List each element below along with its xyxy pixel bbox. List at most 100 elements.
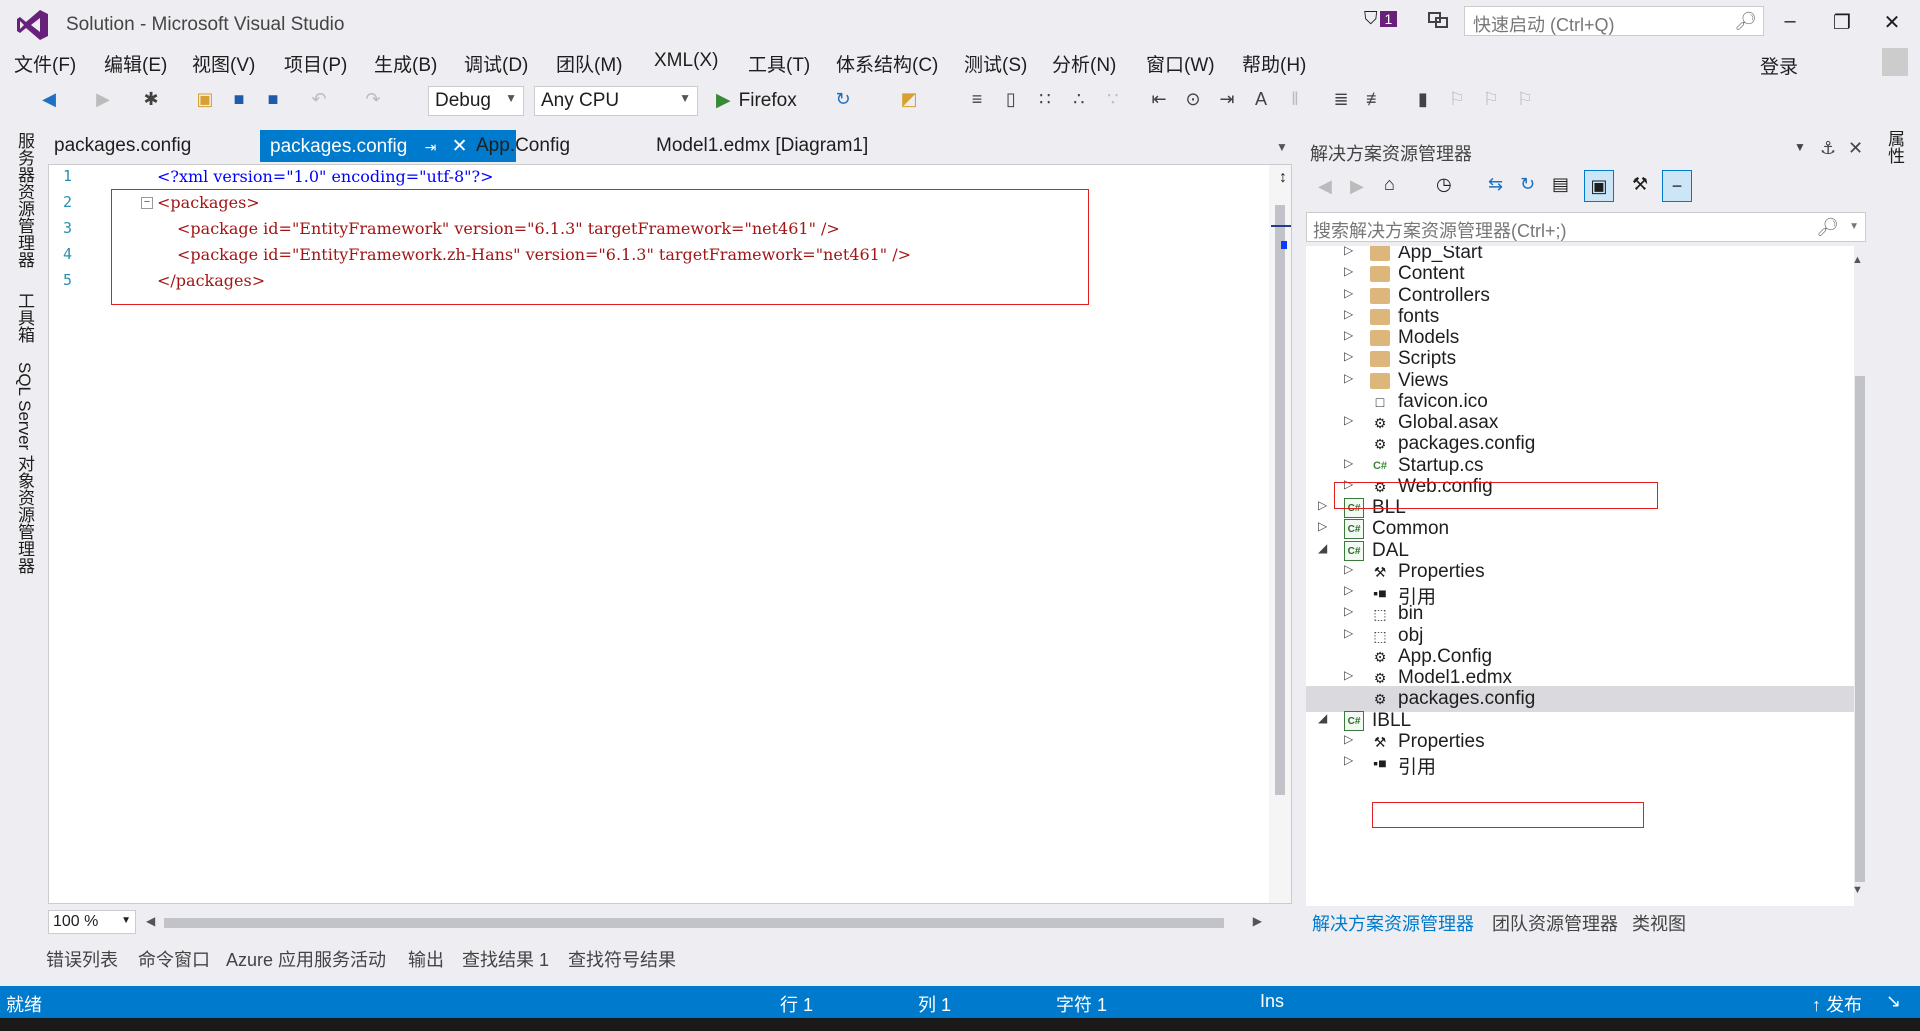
home-icon[interactable]: ⌂	[1384, 174, 1395, 195]
menu-help[interactable]: 帮助(H)	[1242, 50, 1306, 77]
collapsed-arrow-icon[interactable]: ▷	[1344, 349, 1353, 363]
tab-find-results-1[interactable]: 查找结果 1	[462, 946, 549, 972]
menu-edit[interactable]: 编辑(E)	[104, 50, 167, 77]
align-icon[interactable]: ≡	[966, 88, 988, 110]
menu-architecture[interactable]: 体系结构(C)	[836, 50, 938, 77]
collapsed-arrow-icon[interactable]: ▷	[1344, 264, 1353, 278]
tab-output[interactable]: 输出	[408, 946, 444, 972]
scroll-down-icon[interactable]: ▼	[1852, 884, 1863, 896]
editor-scroll-thumb[interactable]	[1275, 205, 1285, 795]
sync-icon[interactable]: ⇆	[1488, 174, 1503, 195]
back-icon[interactable]: ◀	[38, 88, 60, 110]
server-explorer-tab[interactable]: 服务器资源管理器	[12, 132, 37, 268]
find-in-files-icon[interactable]: ◩	[898, 88, 920, 110]
forward-icon[interactable]: ▶	[92, 88, 114, 110]
collapsed-arrow-icon[interactable]: ▷	[1344, 371, 1353, 385]
login-link[interactable]: 登录	[1760, 52, 1798, 79]
forward-icon[interactable]: ▶	[1350, 176, 1364, 197]
preview-icon[interactable]: −	[1662, 170, 1692, 202]
save-all-icon[interactable]: ■	[262, 88, 284, 110]
bookmark-icon[interactable]: ▮	[1412, 88, 1434, 110]
tab-model1-edmx[interactable]: Model1.edmx [Diagram1]	[646, 130, 878, 162]
outdent-icon[interactable]: ⇤	[1148, 88, 1170, 110]
collapsed-arrow-icon[interactable]: ▷	[1318, 519, 1327, 533]
collapsed-arrow-icon[interactable]: ▷	[1344, 246, 1353, 257]
close-window-button[interactable]: ✕	[1872, 10, 1912, 35]
chevron-down-icon[interactable]: ▼	[1794, 140, 1806, 154]
menu-test[interactable]: 测试(S)	[964, 50, 1027, 77]
tab-error-list[interactable]: 错误列表	[46, 946, 118, 972]
uncomment-icon[interactable]: ≢	[1364, 88, 1386, 110]
collapsed-arrow-icon[interactable]: ▷	[1344, 562, 1353, 576]
close-icon[interactable]: ✕	[1848, 138, 1863, 159]
tab-command-window[interactable]: 命令窗口	[138, 946, 210, 972]
hierarchy-icon[interactable]: ∷	[1034, 88, 1056, 110]
editor-vertical-scrollbar[interactable]: ↕	[1269, 165, 1291, 903]
font-icon[interactable]: A	[1250, 88, 1272, 110]
prev-bookmark-icon[interactable]: ⚐	[1446, 88, 1468, 110]
scroll-up-icon[interactable]: ▲	[1852, 254, 1863, 266]
new-project-icon[interactable]: ✱	[140, 88, 162, 110]
diagram-icon[interactable]: ∴	[1068, 88, 1090, 110]
publish-button[interactable]: ↑ 发布	[1812, 991, 1862, 1017]
collapsed-arrow-icon[interactable]: ▷	[1318, 498, 1327, 512]
tab-app-config[interactable]: App.Config	[466, 130, 580, 162]
collapsed-arrow-icon[interactable]: ▷	[1344, 732, 1353, 746]
collapsed-arrow-icon[interactable]: ▷	[1344, 626, 1353, 640]
refresh-icon[interactable]: ↻	[1520, 174, 1535, 195]
collapse-all-icon[interactable]: ▤	[1552, 174, 1569, 195]
collapsed-arrow-icon[interactable]: ▷	[1344, 328, 1353, 342]
tab-azure-activity[interactable]: Azure 应用服务活动	[226, 946, 386, 972]
format-icon[interactable]: ⊙	[1182, 88, 1204, 110]
collapsed-arrow-icon[interactable]: ▷	[1344, 456, 1353, 470]
refresh-icon[interactable]: ↻	[832, 88, 854, 110]
pin-icon[interactable]: ⇥	[425, 139, 437, 155]
feedback-icon[interactable]	[1426, 8, 1450, 32]
tab-solution-explorer[interactable]: 解决方案资源管理器	[1312, 910, 1474, 936]
horizontal-scroll-thumb[interactable]	[164, 918, 1224, 928]
editor-horizontal-scrollbar[interactable]: ◀ ▶	[144, 912, 1264, 932]
solution-search-input[interactable]: 搜索解决方案资源管理器(Ctrl+;) 🔎︎ ▼	[1306, 212, 1866, 242]
quick-launch-input[interactable]: 快速启动 (Ctrl+Q) 🔎︎	[1464, 6, 1764, 36]
menu-tools[interactable]: 工具(T)	[748, 50, 810, 77]
start-debugging-button[interactable]: ▶ Firefox	[712, 86, 801, 115]
collapsed-arrow-icon[interactable]: ▷	[1344, 604, 1353, 618]
menu-build[interactable]: 生成(B)	[374, 50, 437, 77]
chevron-down-icon[interactable]: ▼	[1849, 221, 1859, 232]
menu-debug[interactable]: 调试(D)	[464, 50, 528, 77]
collapsed-arrow-icon[interactable]: ▷	[1344, 583, 1353, 597]
collapsed-arrow-icon[interactable]: ▷	[1344, 307, 1353, 321]
collapsed-arrow-icon[interactable]: ▷	[1344, 668, 1353, 682]
platform-select[interactable]: Any CPU ▼	[534, 86, 698, 116]
menu-team[interactable]: 团队(M)	[556, 50, 622, 77]
columns-icon[interactable]: ‖	[1284, 88, 1306, 110]
sql-server-object-explorer-tab[interactable]: SQL Server 对象资源管理器	[12, 362, 37, 574]
tree-item[interactable]: ▷ ▪■ 引用	[1306, 750, 1854, 778]
tab-team-explorer[interactable]: 团队资源管理器	[1492, 910, 1618, 936]
tab-class-view[interactable]: 类视图	[1632, 910, 1686, 936]
show-all-files-icon[interactable]: ▣	[1584, 170, 1614, 202]
next-bookmark-icon[interactable]: ⚐	[1480, 88, 1502, 110]
menu-file[interactable]: 文件(F)	[14, 50, 76, 77]
zoom-select[interactable]: 100 % ▼	[48, 910, 136, 934]
pending-changes-icon[interactable]: ◷	[1436, 174, 1452, 195]
properties-tab[interactable]: 属性	[1882, 130, 1907, 164]
collapsed-arrow-icon[interactable]: ▷	[1344, 413, 1353, 427]
code-editor[interactable]: 1 2 3 4 5 − <?xml version="1.0" encoding…	[48, 164, 1292, 904]
disabled-diagram-icon[interactable]: ∵	[1102, 88, 1124, 110]
notification-icon[interactable]: ↘	[1886, 991, 1901, 1012]
redo-icon[interactable]: ↷	[362, 88, 384, 110]
scroll-left-icon[interactable]: ◀	[146, 914, 155, 928]
properties-icon[interactable]: ⚒︎	[1632, 174, 1648, 195]
split-icon[interactable]: ↕	[1279, 169, 1287, 187]
menu-view[interactable]: 视图(V)	[192, 50, 255, 77]
notifications-button[interactable]: ⛉ 1	[1364, 8, 1398, 29]
scroll-right-icon[interactable]: ▶	[1253, 914, 1262, 928]
open-file-icon[interactable]: ▣	[194, 88, 216, 110]
tab-find-symbol-results[interactable]: 查找符号结果	[568, 946, 676, 972]
tab-packages-config-1[interactable]: packages.config	[44, 130, 201, 162]
comment-icon[interactable]: ≣	[1330, 88, 1352, 110]
solution-config-select[interactable]: Debug ▼	[428, 86, 524, 116]
expanded-arrow-icon[interactable]: ◢	[1318, 541, 1327, 555]
minimize-button[interactable]: –	[1770, 10, 1810, 33]
